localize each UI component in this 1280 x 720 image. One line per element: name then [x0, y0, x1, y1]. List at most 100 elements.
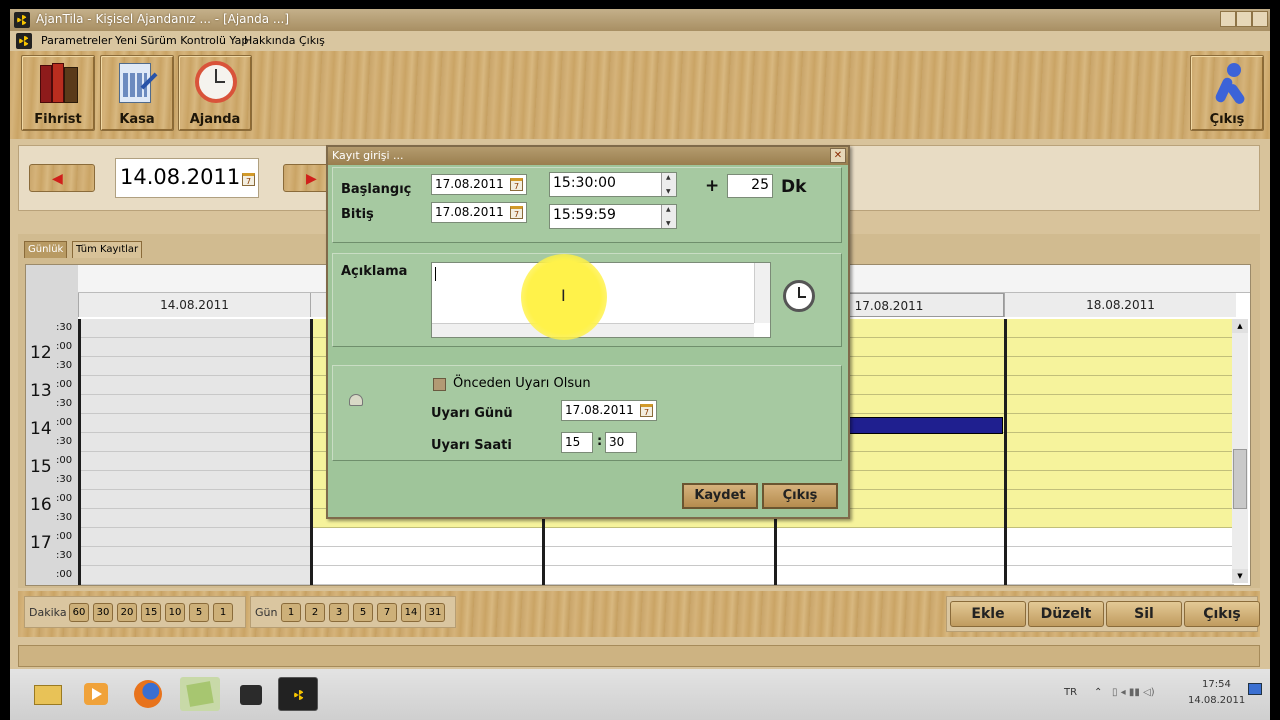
grid-scrollbar[interactable]: ▲ ▼	[1232, 319, 1248, 583]
hour-label: 16	[30, 495, 52, 515]
interval-20-button[interactable]: 20	[117, 603, 137, 622]
calendar-icon[interactable]: 7	[510, 206, 523, 219]
minute-label: :00	[56, 455, 73, 466]
camera-app-icon[interactable]	[230, 677, 270, 711]
days-1-button[interactable]: 1	[281, 603, 301, 622]
current-date-field[interactable]: 14.08.2011 7	[115, 158, 259, 198]
start-time-value: 15:30:00	[553, 175, 616, 191]
reminder-section: Önceden Uyarı Olsun Uyarı Günü 17.08.201…	[332, 365, 842, 461]
end-time-field[interactable]: 15:59:59	[549, 204, 677, 229]
app-icon	[14, 12, 30, 28]
time-section: Başlangıç Bitiş 17.08.2011 7 17.08.2011 …	[332, 167, 842, 243]
reminder-hour-input[interactable]: 15	[561, 432, 593, 453]
exit-bottom-button[interactable]: Çıkış	[1184, 601, 1260, 627]
textarea-vscroll[interactable]	[754, 263, 770, 323]
running-man-icon	[1205, 61, 1251, 106]
minute-label: :30	[56, 360, 73, 371]
duration-unit: Dk	[781, 177, 807, 197]
ajanda-label: Ajanda	[189, 112, 241, 127]
start-time-spinner[interactable]	[661, 173, 676, 196]
minimize-button[interactable]	[1220, 11, 1236, 27]
end-date-field[interactable]: 17.08.2011 7	[431, 202, 527, 223]
dialog-close-icon[interactable]: ✕	[830, 148, 846, 163]
kasa-button[interactable]: Kasa	[100, 55, 174, 131]
hour-label: 17	[30, 533, 52, 553]
reminder-checkbox-label[interactable]: Önceden Uyarı Olsun	[453, 376, 591, 391]
interval-1-button[interactable]: 1	[213, 603, 233, 622]
interval-30-button[interactable]: 30	[93, 603, 113, 622]
end-label: Bitiş	[341, 207, 374, 222]
calendar-icon[interactable]: 7	[510, 178, 523, 191]
media-player-icon[interactable]	[76, 677, 116, 711]
menu-exit[interactable]: Çıkış	[299, 34, 325, 47]
maximize-button[interactable]	[1236, 11, 1252, 27]
exit-label: Çıkış	[1209, 112, 1245, 127]
ajantila-task-icon[interactable]	[278, 677, 318, 711]
scroll-down-icon[interactable]: ▼	[1232, 569, 1248, 583]
close-button[interactable]	[1252, 11, 1268, 27]
tray-icons[interactable]: ▯ ◂ ▮▮ ◁)	[1112, 687, 1155, 698]
interval-60-button[interactable]: 60	[69, 603, 89, 622]
ajanda-button[interactable]: Ajanda	[178, 55, 252, 131]
tab-daily[interactable]: Günlük	[24, 241, 68, 258]
start-date-field[interactable]: 17.08.2011 7	[431, 174, 527, 195]
days-5-button[interactable]: 5	[353, 603, 373, 622]
day-column-1[interactable]	[78, 319, 310, 585]
reminder-minute-input[interactable]: 30	[605, 432, 637, 453]
minute-label: :30	[56, 512, 73, 523]
calendar-icon[interactable]: 7	[242, 173, 255, 186]
menu-parametreler[interactable]: Parametreler	[41, 34, 112, 47]
tab-all-records[interactable]: Tüm Kayıtlar	[72, 241, 143, 258]
menu-about[interactable]: Hakkında	[244, 34, 296, 47]
folder-icon[interactable]	[28, 677, 68, 711]
minute-label: :00	[56, 531, 73, 542]
firefox-icon[interactable]	[128, 677, 168, 711]
calendar-icon[interactable]: 7	[640, 404, 653, 417]
save-button[interactable]: Kaydet	[682, 483, 758, 509]
day-column-5[interactable]	[1004, 319, 1234, 585]
edit-button[interactable]: Düzelt	[1028, 601, 1104, 627]
days-7-button[interactable]: 7	[377, 603, 397, 622]
start-time-field[interactable]: 15:30:00	[549, 172, 677, 197]
reminder-date-field[interactable]: 17.08.2011 7	[561, 400, 657, 421]
add-button[interactable]: Ekle	[950, 601, 1026, 627]
dialog-exit-button[interactable]: Çıkış	[762, 483, 838, 509]
fihrist-button[interactable]: Fihrist	[21, 55, 95, 131]
title-bar: AjanTila - Kişisel Ajandanız ... - [Ajan…	[10, 9, 1270, 31]
minute-label: :30	[56, 436, 73, 447]
days-14-button[interactable]: 14	[401, 603, 421, 622]
status-bar	[18, 645, 1260, 667]
language-indicator[interactable]: TR	[1064, 687, 1077, 698]
fihrist-label: Fihrist	[34, 112, 82, 127]
menu-update-check[interactable]: Yeni Sürüm Kontrolü Yap	[115, 34, 248, 47]
exit-toolbar-button[interactable]: Çıkış	[1190, 55, 1264, 131]
tray-expand-icon[interactable]: ⌃	[1094, 687, 1102, 698]
reminder-checkbox[interactable]	[433, 378, 446, 391]
end-time-spinner[interactable]	[661, 205, 676, 228]
hour-label: 13	[30, 381, 52, 401]
show-desktop-icon[interactable]	[1248, 683, 1262, 695]
minute-label: :00	[56, 493, 73, 504]
minute-label: :00	[56, 341, 73, 352]
grid-corner	[26, 265, 78, 319]
interval-10-button[interactable]: 10	[165, 603, 185, 622]
end-date-value: 17.08.2011	[435, 205, 504, 219]
time-separator: :	[597, 434, 603, 449]
start-date-value: 17.08.2011	[435, 177, 504, 191]
scroll-up-icon[interactable]: ▲	[1232, 319, 1248, 333]
interval-5-button[interactable]: 5	[189, 603, 209, 622]
scroll-thumb[interactable]	[1233, 449, 1247, 509]
days-3-button[interactable]: 3	[329, 603, 349, 622]
days-2-button[interactable]: 2	[305, 603, 325, 622]
books-icon	[36, 61, 82, 105]
days-31-button[interactable]: 31	[425, 603, 445, 622]
minute-interval-group: Dakika 60 30 20 15 10 5 1	[24, 596, 246, 628]
previous-day-button[interactable]: ◀	[29, 164, 95, 192]
time-picker-clock-icon[interactable]	[783, 280, 815, 312]
hour-label: 14	[30, 419, 52, 439]
text-cursor-icon: I	[561, 286, 566, 305]
interval-15-button[interactable]: 15	[141, 603, 161, 622]
duration-input[interactable]: 25	[727, 174, 773, 198]
delete-button[interactable]: Sil	[1106, 601, 1182, 627]
notes-app-icon[interactable]	[180, 677, 220, 711]
